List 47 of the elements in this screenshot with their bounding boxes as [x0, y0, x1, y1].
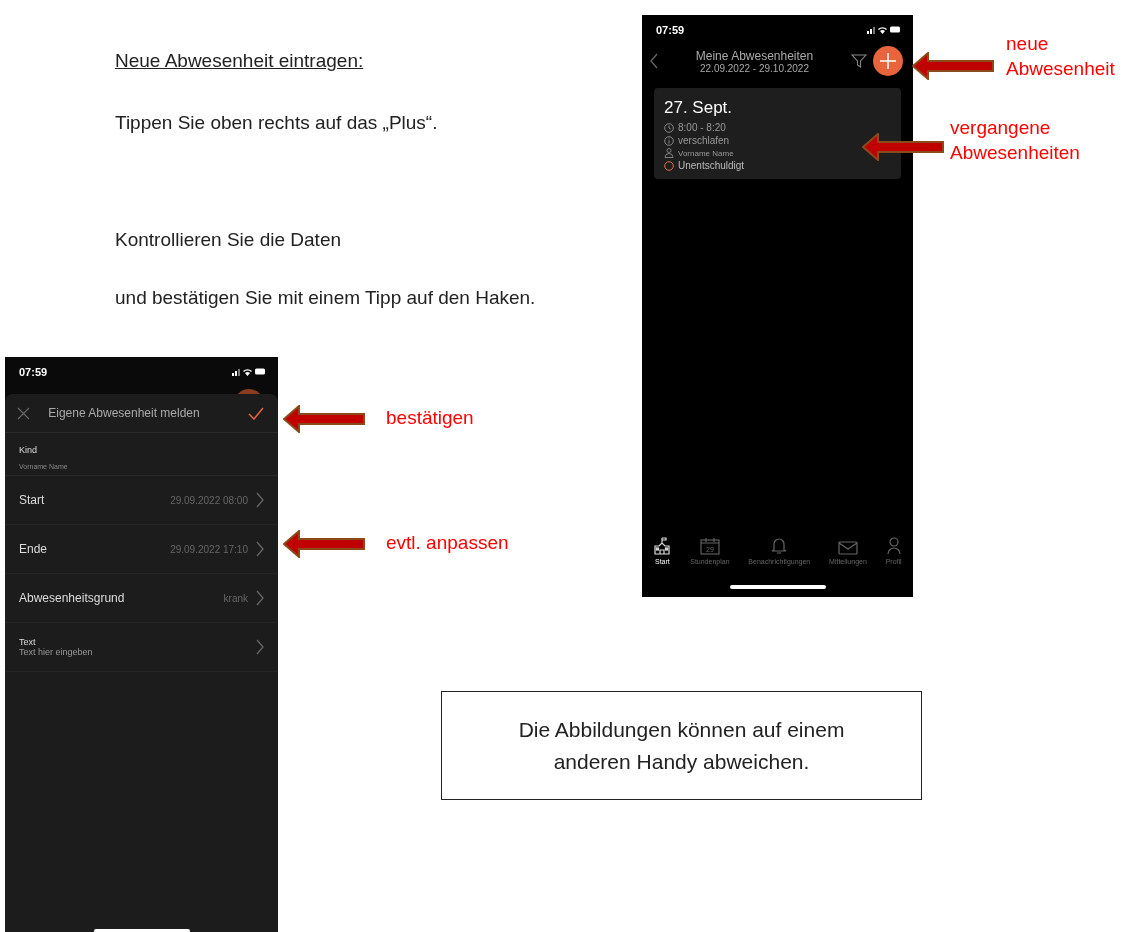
back-icon[interactable]	[650, 53, 658, 69]
instruction-text: und bestätigen Sie mit einem Tipp auf den Haken.	[115, 287, 536, 309]
bell-icon	[771, 537, 788, 555]
screen-title: Meine Abwesenheiten	[695, 48, 814, 63]
instruction-text: Kontrollieren Sie die Daten	[115, 229, 342, 251]
chevron-right-icon	[256, 541, 264, 557]
date-range: 22.09.2022 - 29.10.2022	[700, 62, 809, 74]
callout-label: evtl. anpassen	[386, 531, 509, 555]
close-icon[interactable]	[17, 406, 30, 420]
form-row[interactable]: Ende 29.09.2022 17:10	[5, 525, 278, 574]
school-icon	[653, 537, 672, 555]
form-row[interactable]: Abwesenheitsgrund krank	[5, 574, 278, 623]
chevron-right-icon	[256, 639, 264, 655]
clock-icon	[664, 122, 674, 133]
arrow-left-icon	[912, 52, 994, 80]
clock-time: 07:59	[19, 366, 48, 378]
status-icons	[867, 25, 901, 35]
instruction-text: Tippen Sie oben rechts auf das „Plus“.	[115, 112, 438, 134]
clock-time: 07:59	[656, 24, 685, 36]
arrow-left-icon	[862, 133, 944, 161]
mail-icon	[837, 541, 858, 555]
form-row[interactable]: Start 29.09.2022 08:00	[5, 476, 278, 525]
absence-date: 27. Sept.	[664, 98, 734, 118]
chevron-right-icon	[256, 590, 264, 606]
status-icons	[232, 367, 266, 377]
arrow-left-icon	[283, 530, 365, 558]
add-icon[interactable]	[873, 46, 903, 76]
arrow-left-icon	[283, 405, 365, 433]
absence-status: Unentschuldigt	[678, 160, 745, 171]
absence-card[interactable]: 27. Sept. 8:00 - 8:20 verschlafen Vorname Name Unentschuldigt	[654, 88, 901, 179]
sheet-title: Eigene Abwesenheit melden	[47, 406, 201, 420]
callout-label: bestätigen	[386, 406, 474, 430]
child-icon	[664, 148, 674, 158]
section-heading: Neue Abwesenheit eintragen:	[115, 50, 364, 72]
info-icon	[664, 135, 674, 146]
callout-label: vergangene Abwesenheiten	[950, 116, 1080, 165]
filter-icon[interactable]	[851, 53, 867, 69]
text-input-row[interactable]: Text Text hier eingeben	[5, 623, 278, 672]
field-label: Kind	[18, 444, 38, 455]
person-name: Vorname Name	[678, 148, 734, 158]
chevron-right-icon	[256, 492, 264, 508]
callout-label: neue Abwesenheit	[1006, 32, 1115, 81]
person-icon	[886, 537, 901, 555]
time-span: 8:00 - 8:20	[678, 122, 726, 133]
note-box: Die Abbildungen können auf einem anderen Handy abweichen.	[441, 691, 922, 800]
status-circle-icon	[664, 160, 674, 171]
absence-reason: verschlafen	[678, 135, 730, 146]
